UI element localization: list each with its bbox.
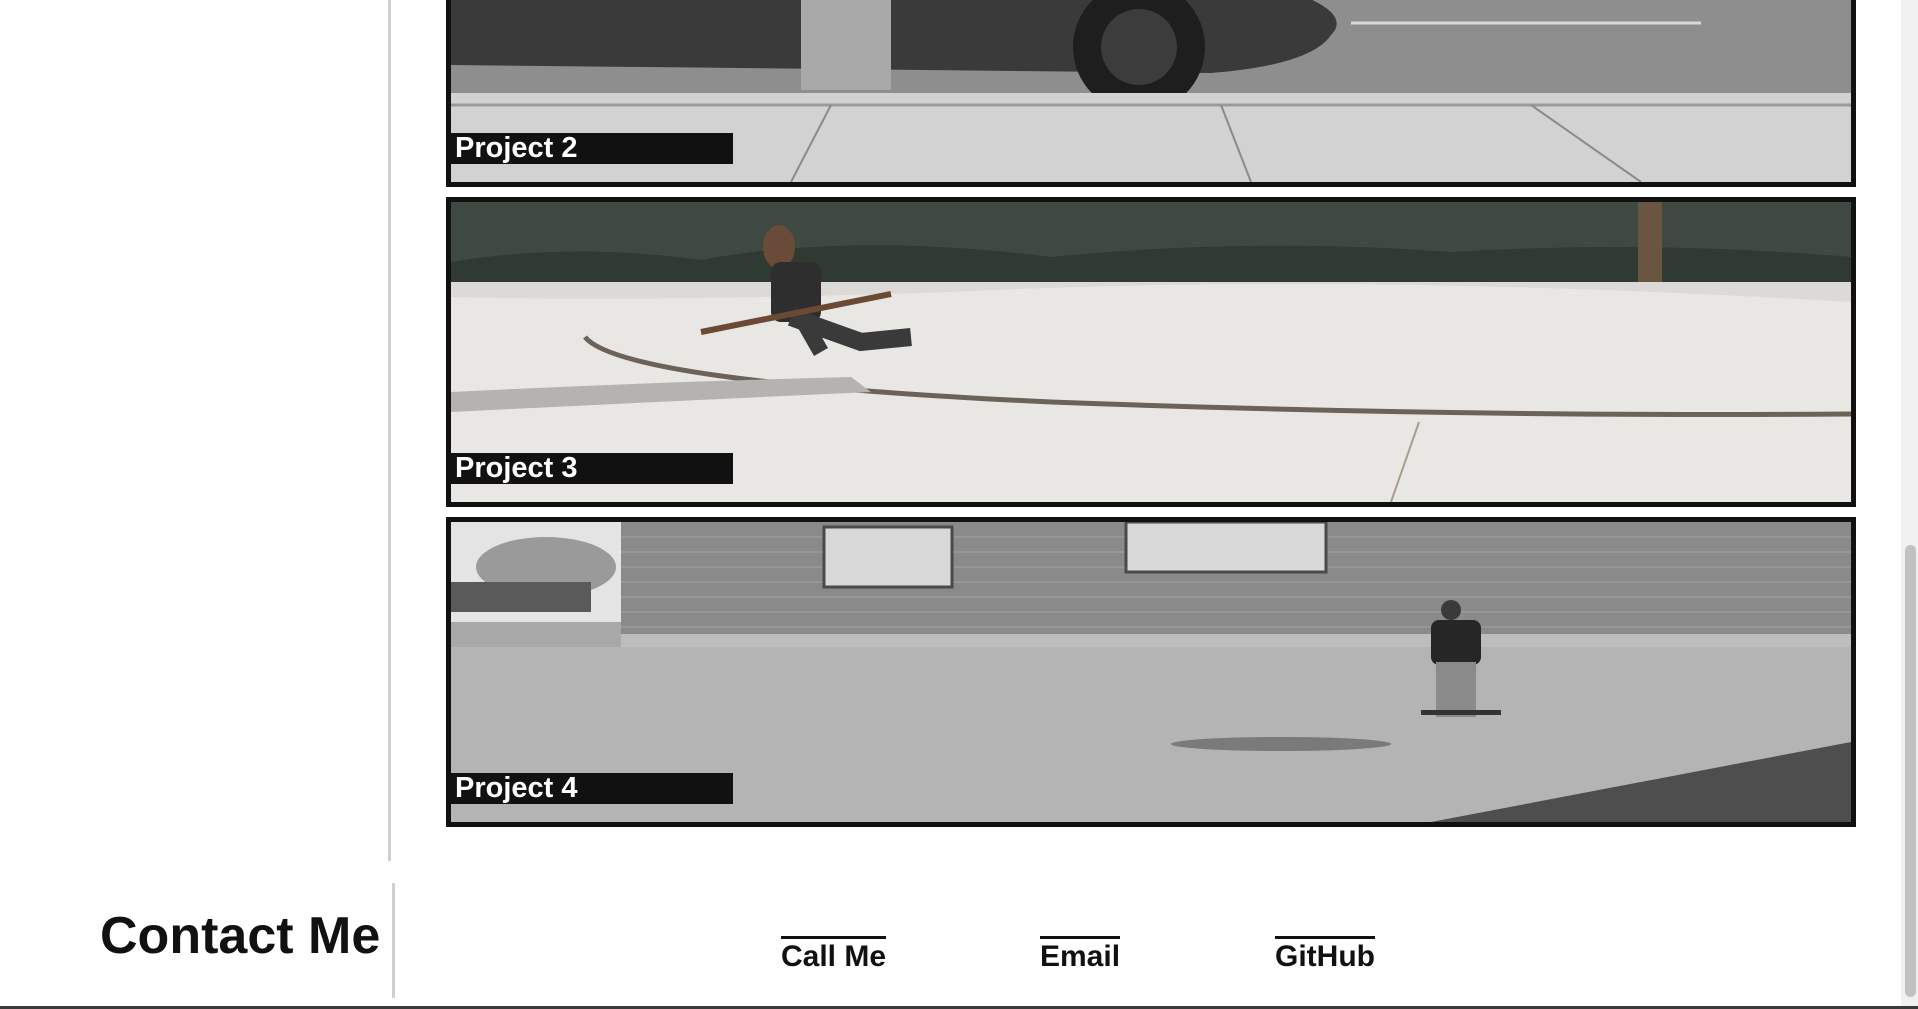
project-card-3[interactable]: Project 3 — [446, 197, 1856, 507]
scrollbar[interactable] — [1901, 0, 1918, 1009]
github-link[interactable]: GitHub — [1275, 936, 1375, 974]
contact-links: Call Me Email GitHub — [0, 936, 1918, 976]
email-link[interactable]: Email — [1040, 936, 1121, 974]
project-label: Project 4 — [451, 773, 733, 804]
project-label: Project 3 — [451, 453, 733, 484]
project-card-4[interactable]: Project 4 — [446, 517, 1856, 827]
call-me-link[interactable]: Call Me — [781, 936, 887, 974]
scrollbar-thumb[interactable] — [1905, 545, 1916, 997]
sidebar-divider — [388, 0, 391, 861]
project-card-2[interactable]: Project 2 — [446, 0, 1856, 187]
portfolio-page: Project 2 Project 3 Project 4 Contact Me… — [0, 0, 1918, 1009]
project-label: Project 2 — [451, 133, 733, 164]
